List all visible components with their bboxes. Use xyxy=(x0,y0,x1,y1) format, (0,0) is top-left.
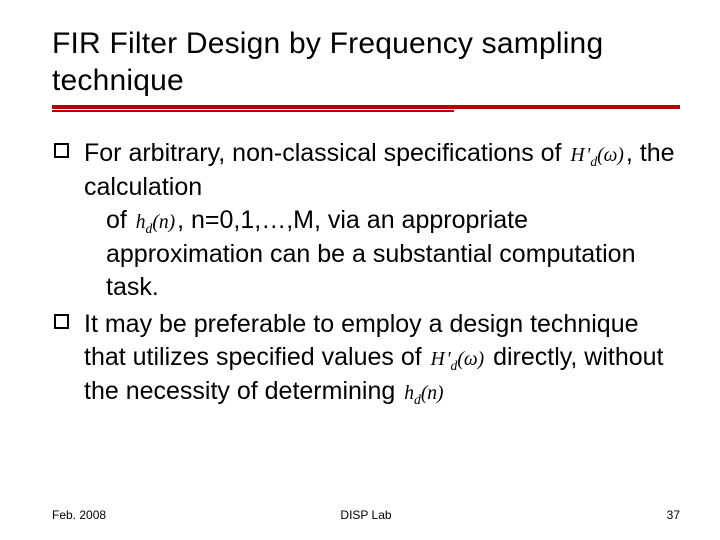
bullet-text: of xyxy=(106,206,134,234)
footer-page: 37 xyxy=(667,508,680,522)
slide-title: FIR Filter Design by Frequency sampling … xyxy=(52,26,680,99)
bullet-marker-icon xyxy=(54,314,69,329)
slide-footer: Feb. 2008 DISP Lab 37 xyxy=(52,508,680,522)
footer-date: Feb. 2008 xyxy=(52,508,106,522)
slide-body: For arbitrary, non-classical specificati… xyxy=(52,137,680,409)
underline-bar-short xyxy=(52,110,454,112)
math-hd-n: hd(n) xyxy=(134,212,177,233)
bullet-text: , n=0,1,…,M, via an appropriate approxim… xyxy=(106,206,636,301)
bullet-item: It may be preferable to employ a design … xyxy=(52,308,680,409)
math-Hd-omega: H 'd(ω) xyxy=(568,145,625,166)
bullet-marker-icon xyxy=(54,143,69,158)
math-Hd-omega: H 'd(ω) xyxy=(429,349,486,370)
bullet-text: For arbitrary, non-classical specificati… xyxy=(84,139,568,167)
bullet-item: For arbitrary, non-classical specificati… xyxy=(52,137,680,304)
underline-bar-long xyxy=(52,105,680,109)
slide: FIR Filter Design by Frequency sampling … xyxy=(0,0,720,540)
bullet-continuation: of hd(n), n=0,1,…,M, via an appropriate … xyxy=(84,204,680,304)
title-underline xyxy=(52,105,680,115)
math-hd-n: hd(n) xyxy=(402,383,445,404)
footer-label: DISP Lab xyxy=(52,508,680,522)
